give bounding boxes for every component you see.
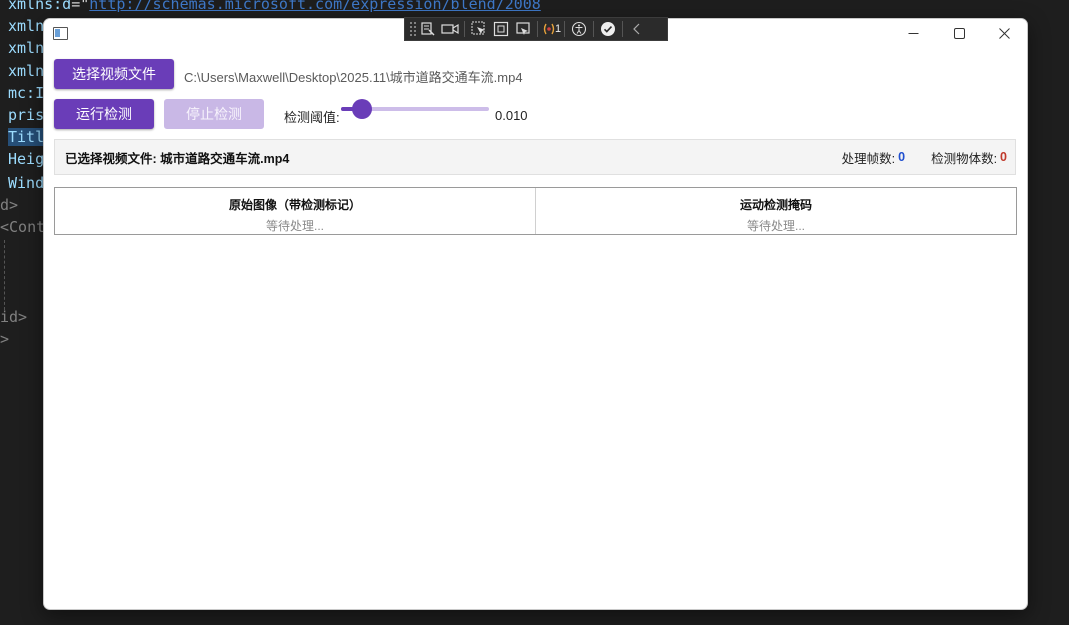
code-line: xmln [8,39,45,57]
code-line: id> [0,308,28,326]
panel-title: 原始图像（带检测标记） [228,198,361,212]
objects-label: 检测物体数: [931,151,998,166]
frames-value: 0 [898,150,906,164]
threshold-label: 检测阈值: [284,110,340,125]
run-detection-button[interactable]: 运行检测 [54,99,154,129]
binding-failures-count: 1 [555,23,562,35]
indent-guide [4,240,5,310]
code-line: Titl [8,128,45,146]
panel-status: 等待处理... [746,219,805,233]
toolbar-separator [464,21,465,37]
maximize-button[interactable] [936,19,982,47]
code-line: xmlns:d="http://schemas.microsoft.com/ex… [8,0,541,13]
toolbar-separator [537,21,538,37]
code-line: > [0,330,10,348]
select-element-icon[interactable] [417,19,439,39]
panel-title: 运动检测掩码 [739,198,812,212]
toolbar-separator [593,21,595,37]
image-panels: 原始图像（带检测标记） 等待处理... 运动检测掩码 等待处理... [54,187,1017,235]
toolbar-separator [622,21,624,37]
slider-thumb[interactable] [351,99,372,119]
code-line: d> [0,196,19,214]
code-line: pris [8,106,45,124]
panel-status: 等待处理... [265,219,324,233]
collapse-chevron-icon[interactable] [626,19,648,39]
threshold-value: 0.010 [495,108,528,123]
original-image-panel: 原始图像（带检测标记） 等待处理... [55,188,535,234]
track-focus-icon[interactable] [512,19,534,39]
app-icon [53,27,68,40]
minimize-button[interactable] [890,19,936,47]
frames-label: 处理帧数: [841,151,896,166]
display-layout-icon[interactable] [490,19,512,39]
minimize-icon [908,32,918,34]
motion-mask-panel: 运动检测掩码 等待处理... [535,188,1016,234]
drag-grip-icon[interactable] [409,21,417,37]
maximize-icon [953,27,965,39]
file-path-text: C:\Users\Maxwell\Desktop\2025.11\城市道路交通车… [184,70,523,85]
select-video-button[interactable]: 选择视频文件 [54,59,174,89]
code-line: xmln [8,17,45,35]
code-line: xmln [8,62,45,80]
stop-detection-button: 停止检测 [164,99,264,129]
main-content: 选择视频文件 C:\Users\Maxwell\Desktop\2025.11\… [44,47,1027,609]
code-line: <Cont [0,218,46,236]
live-preview-icon[interactable] [439,19,461,39]
objects-value: 0 [1000,150,1007,164]
threshold-slider[interactable] [341,99,489,119]
close-icon [998,27,1010,39]
accessibility-icon[interactable] [568,19,590,39]
selected-file-text: 已选择视频文件: 城市道路交通车流.mp4 [65,151,290,166]
code-line: Wind [8,174,45,192]
code-line: mc:I [8,84,45,102]
app-window: 选择视频文件 C:\Users\Maxwell\Desktop\2025.11\… [43,18,1028,610]
close-button[interactable] [981,19,1027,47]
xaml-debug-toolbar: 1 [404,17,668,41]
check-icon[interactable] [597,19,619,39]
status-bar: 已选择视频文件: 城市道路交通车流.mp4 处理帧数: 0 检测物体数: 0 [54,139,1016,175]
code-line: Heig [8,150,45,168]
pointer-icon[interactable] [468,19,490,39]
toolbar-separator [564,21,566,37]
